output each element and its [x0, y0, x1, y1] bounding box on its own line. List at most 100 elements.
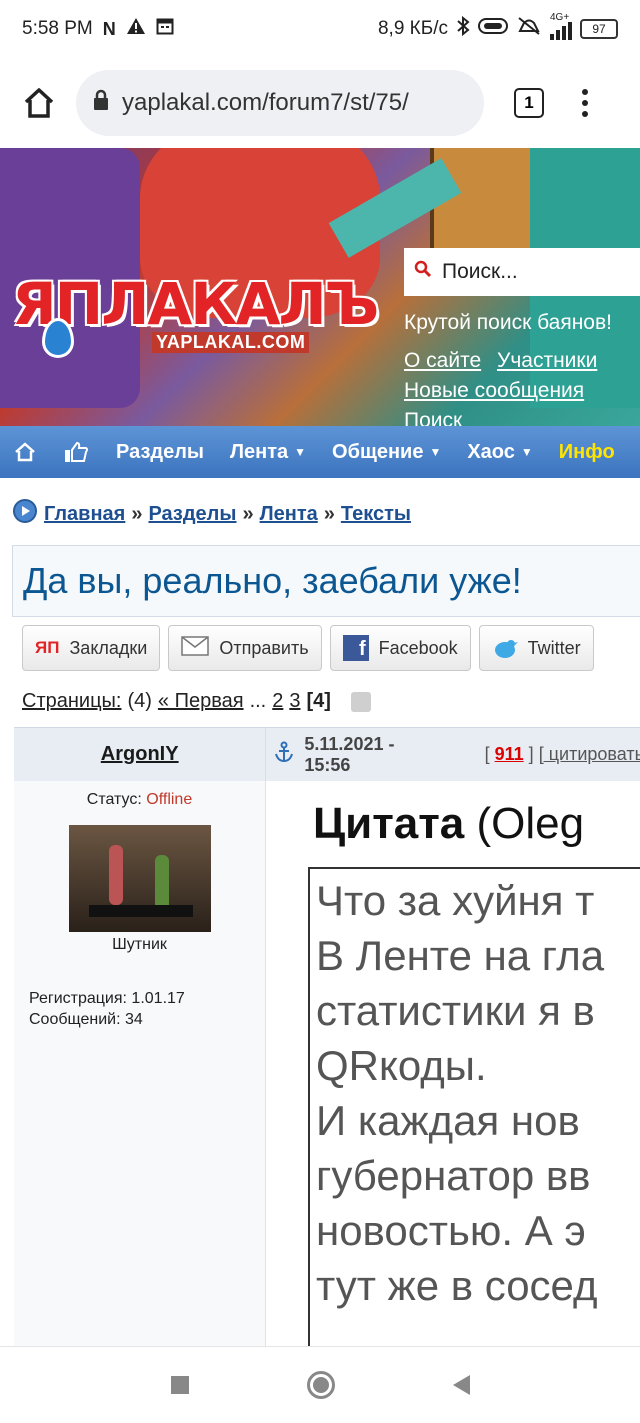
search-placeholder: Поиск...: [442, 260, 518, 283]
twitter-share-button[interactable]: Twitter: [478, 625, 594, 671]
tab-switcher-button[interactable]: 1: [514, 88, 544, 118]
quote-line: И каждая нов: [316, 1097, 580, 1144]
page-title: Да вы, реально, заебали уже!: [23, 560, 522, 601]
netflix-icon: N: [102, 18, 116, 39]
home-button[interactable]: [14, 78, 64, 128]
quote-label: Цитата: [313, 799, 465, 848]
quote-header: Цитата (Oleg: [313, 799, 584, 849]
yp-logo-icon: ЯП: [35, 638, 60, 657]
clock: 5:58 PM: [22, 18, 93, 39]
current-page: [4]: [306, 690, 331, 712]
pages-label[interactable]: Страницы:: [22, 690, 121, 713]
nav-chat[interactable]: Общение ▼: [332, 441, 441, 464]
quote-block: Что за хуйня т В Ленте на гла статистики…: [308, 867, 640, 1351]
page-link-2[interactable]: 2: [272, 690, 283, 713]
breadcrumb-sections[interactable]: Разделы: [148, 503, 236, 526]
network-speed: 8,9 КБ/с: [377, 18, 448, 39]
rating-value[interactable]: 911: [495, 744, 524, 764]
quote-button[interactable]: [ цитировать ]: [539, 744, 640, 764]
battery-icon: 97: [580, 19, 618, 39]
calendar-icon: [156, 17, 174, 41]
quote-line: Что за хуйня т: [316, 877, 595, 924]
breadcrumb: Главная » Разделы » Лента » Тексты: [12, 498, 411, 530]
link-search[interactable]: Поиск: [404, 409, 462, 426]
bookmarks-button[interactable]: ЯП Закладки: [22, 625, 161, 671]
breadcrumb-separator: »: [323, 502, 335, 525]
bluetooth-icon: [456, 15, 470, 42]
quote-line: новостью. А э: [316, 1207, 586, 1254]
site-header-banner: ЯПЛАКАЛЪ YAPLAKAL.COM Поиск... Крутой по…: [0, 148, 640, 426]
main-nav: Разделы Лента ▼ Общение ▼ Хаос ▼ Инфо: [0, 426, 640, 478]
nav-feed[interactable]: Лента ▼: [230, 441, 306, 464]
author-rank: Шутник: [112, 936, 167, 953]
share-toolbar: ЯП Закладки Отправить f Facebook Twitter: [22, 625, 594, 671]
chevron-down-icon: ▼: [429, 445, 442, 459]
link-about[interactable]: О сайте: [404, 349, 481, 372]
author-status: Статус: Offline: [86, 791, 193, 808]
search-icon: [414, 260, 432, 284]
avatar-base: [89, 905, 193, 917]
send-button[interactable]: Отправить: [168, 625, 322, 671]
breadcrumb-feed[interactable]: Лента: [260, 503, 318, 526]
pages-count: (4): [127, 690, 152, 712]
page-link-3[interactable]: 3: [289, 690, 300, 713]
quote-line: статистики я в: [316, 987, 595, 1034]
address-bar[interactable]: yaplakal.com/forum7/st/75/: [76, 70, 484, 136]
author-stats: Регистрация: 1.01.17 Сообщений: 34: [29, 988, 265, 1030]
quote-author: (Oleg: [476, 799, 585, 848]
home-system-button[interactable]: [306, 1371, 335, 1399]
post-rating: [ 911 ] [ цитировать ]: [485, 744, 640, 765]
search-input[interactable]: Поиск...: [404, 248, 640, 296]
play-circle-icon: [12, 498, 38, 530]
chevron-down-icon: ▼: [294, 445, 307, 459]
menu-dot-icon: [582, 100, 588, 106]
pages-ellipsis: ...: [249, 690, 267, 712]
home-nav-icon[interactable]: [14, 440, 36, 464]
mute-icon: [516, 16, 542, 42]
avatar[interactable]: [69, 825, 211, 932]
topic-header: Да вы, реально, заебали уже!: [12, 545, 640, 617]
post-header: ArgonIY 5.11.2021 - 15:56 [ 911 ] [ цити…: [14, 727, 640, 782]
avatar-figure: [155, 855, 169, 910]
logo-subtitle: YAPLAKAL.COM: [152, 332, 310, 353]
post-meta: 5.11.2021 - 15:56 [ 911 ] [ цитировать ]: [265, 727, 640, 782]
facebook-icon: f: [342, 635, 369, 661]
drop-icon: [42, 318, 74, 358]
status-badge: Offline: [146, 791, 193, 808]
home-circle-icon: [312, 1377, 329, 1393]
post-author-link[interactable]: ArgonIY: [14, 743, 265, 766]
lock-icon: [92, 89, 110, 118]
breadcrumb-separator: »: [242, 502, 254, 525]
url-text: yaplakal.com/forum7/st/75/: [122, 89, 409, 116]
quote-line: тут же в сосед: [316, 1262, 598, 1309]
thumbs-up-icon[interactable]: [64, 440, 88, 464]
nav-info[interactable]: Инфо: [559, 441, 615, 464]
vpn-icon: [478, 17, 508, 41]
breadcrumb-texts[interactable]: Тексты: [341, 503, 411, 526]
anchor-icon[interactable]: [274, 741, 294, 768]
back-button[interactable]: [452, 1375, 470, 1395]
first-page-link[interactable]: « Первая: [158, 690, 244, 713]
nav-chaos[interactable]: Хаос ▼: [467, 441, 532, 464]
pages-menu-icon[interactable]: [350, 691, 371, 712]
recents-button[interactable]: [170, 1376, 189, 1394]
home-icon: [24, 88, 54, 118]
author-sidebar: Статус: Offline Шутник Регистрация: 1.01…: [14, 781, 266, 1351]
breadcrumb-home[interactable]: Главная: [44, 503, 125, 526]
quote-line: В Ленте на гла: [316, 932, 605, 979]
post-date: 5.11.2021 - 15:56: [304, 733, 395, 775]
message-count: Сообщений: 34: [29, 1011, 143, 1028]
header-tagline: Крутой поиск баянов!: [404, 311, 612, 334]
link-new-messages[interactable]: Новые сообщения: [404, 379, 584, 402]
facebook-share-button[interactable]: f Facebook: [329, 625, 471, 671]
link-members[interactable]: Участники: [497, 349, 597, 372]
alert-icon: [126, 17, 146, 41]
quote-line: губернатор вв: [316, 1152, 591, 1199]
post-body: Цитата (Oleg Что за хуйня т В Ленте на г…: [267, 781, 640, 1351]
browser-menu-button[interactable]: [580, 89, 590, 117]
registration-date: Регистрация: 1.01.17: [29, 990, 185, 1007]
menu-dot-icon: [582, 89, 588, 95]
pagination: Страницы: (4) « Первая ... 2 3 [4]: [22, 690, 371, 713]
nav-sections[interactable]: Разделы: [116, 441, 204, 464]
site-logo[interactable]: ЯПЛАКАЛЪ YAPLAKAL.COM: [12, 274, 379, 358]
